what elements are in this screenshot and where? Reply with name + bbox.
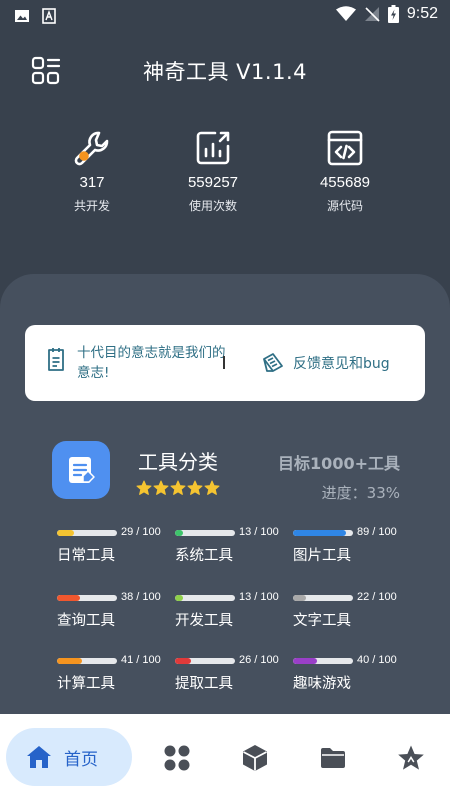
star-rating-icon [153,480,169,495]
stat-label: 使用次数 [188,199,237,213]
tool-name: 日常工具 [57,548,115,564]
chart-icon [196,131,230,165]
clock: 9:52 [406,5,438,22]
feedback-text: 反馈意见和bug [293,356,390,372]
nav-home-label: 首页 [64,749,98,770]
progress-bar [57,595,117,601]
star-rating-icon [187,480,203,495]
tool-count: 29 / 100 [121,526,161,538]
nav-cube[interactable] [241,744,269,772]
tool-name: 提取工具 [175,676,233,692]
star-rating-icon [204,480,220,495]
code-icon [327,130,363,166]
stat-source: 455689 源代码 [290,128,400,214]
progress-fill [57,530,75,536]
progress-bar [57,530,117,536]
progress-fill [293,658,317,664]
progress-bar [293,595,353,601]
document-edit-icon [69,457,95,483]
divider [223,356,225,369]
folder-icon [321,748,345,768]
progress-bar [175,595,235,601]
stat-value: 317 [79,174,105,191]
motto-text: 十代目的意志就是我们的意志! [77,345,226,381]
progress-fill [175,658,191,664]
tool-name: 文字工具 [293,613,351,629]
feedback-icon [263,353,283,372]
progress-bar [293,658,353,664]
tool-name: 开发工具 [175,613,233,629]
progress-fill [57,658,82,664]
rating-stars [136,480,220,496]
nav-folder[interactable] [319,744,347,772]
progress-fill [57,595,80,601]
stat-value: 455689 [319,174,371,191]
wifi-icon [335,6,356,21]
tool-name: 查询工具 [57,613,115,629]
status-bar: 9:52 [0,0,450,32]
tool-name: 趣味游戏 [293,676,351,692]
tool-count: 22 / 100 [357,591,397,603]
apps-icon [164,745,190,771]
feedback-button[interactable]: 反馈意见和bug [261,351,390,375]
no-signal-icon [364,7,380,22]
tool-count: 13 / 100 [239,591,279,603]
tool-count: 41 / 100 [121,654,161,666]
text-notification-icon [42,8,56,24]
category-icon-box [52,441,110,499]
tool-name: 计算工具 [57,676,115,692]
note-icon [48,348,64,371]
nav-apps[interactable] [163,744,191,772]
tool-name: 系统工具 [175,548,233,564]
progress-bar [57,658,117,664]
home-icon [27,746,51,768]
tool-count: 38 / 100 [121,591,161,603]
app-title: 神奇工具 V1.1.4 [143,60,307,84]
tool-count: 40 / 100 [357,654,397,666]
progress-fill [175,595,183,601]
nav-favorites[interactable] [397,744,425,772]
stat-label: 共开发 [73,199,110,213]
tool-count: 89 / 100 [357,526,397,538]
star-rating-icon [170,480,186,495]
tool-name: 图片工具 [293,548,351,564]
progress-bar [293,530,353,536]
progress-bar [175,658,235,664]
progress-text: 进度：33% [321,484,400,502]
wrench-icon [74,131,109,166]
stat-usage: 559257 使用次数 [158,128,268,214]
tool-count: 13 / 100 [239,526,279,538]
stat-label: 源代码 [326,199,363,213]
stat-value: 559257 [187,174,239,191]
progress-fill [293,530,347,536]
image-notification-icon [15,10,29,22]
star-icon [398,745,424,770]
nav-home[interactable]: 首页 [6,728,132,786]
progress-fill [175,530,183,536]
motto[interactable]: 十代目的意志就是我们的意志! [45,343,227,383]
stat-developed: 317 共开发 [37,128,147,214]
goal-text: 目标1000+工具 [278,454,400,473]
bottom-nav: 首页 [0,714,450,800]
progress-bar [175,530,235,536]
category-title: 工具分类 [138,450,218,474]
star-rating-icon [136,480,152,495]
banner-card: 十代目的意志就是我们的意志! 反馈意见和bug [25,325,425,401]
cube-icon [243,745,267,771]
tool-count: 26 / 100 [239,654,279,666]
battery-charging-icon [387,5,399,23]
progress-fill [293,595,307,601]
